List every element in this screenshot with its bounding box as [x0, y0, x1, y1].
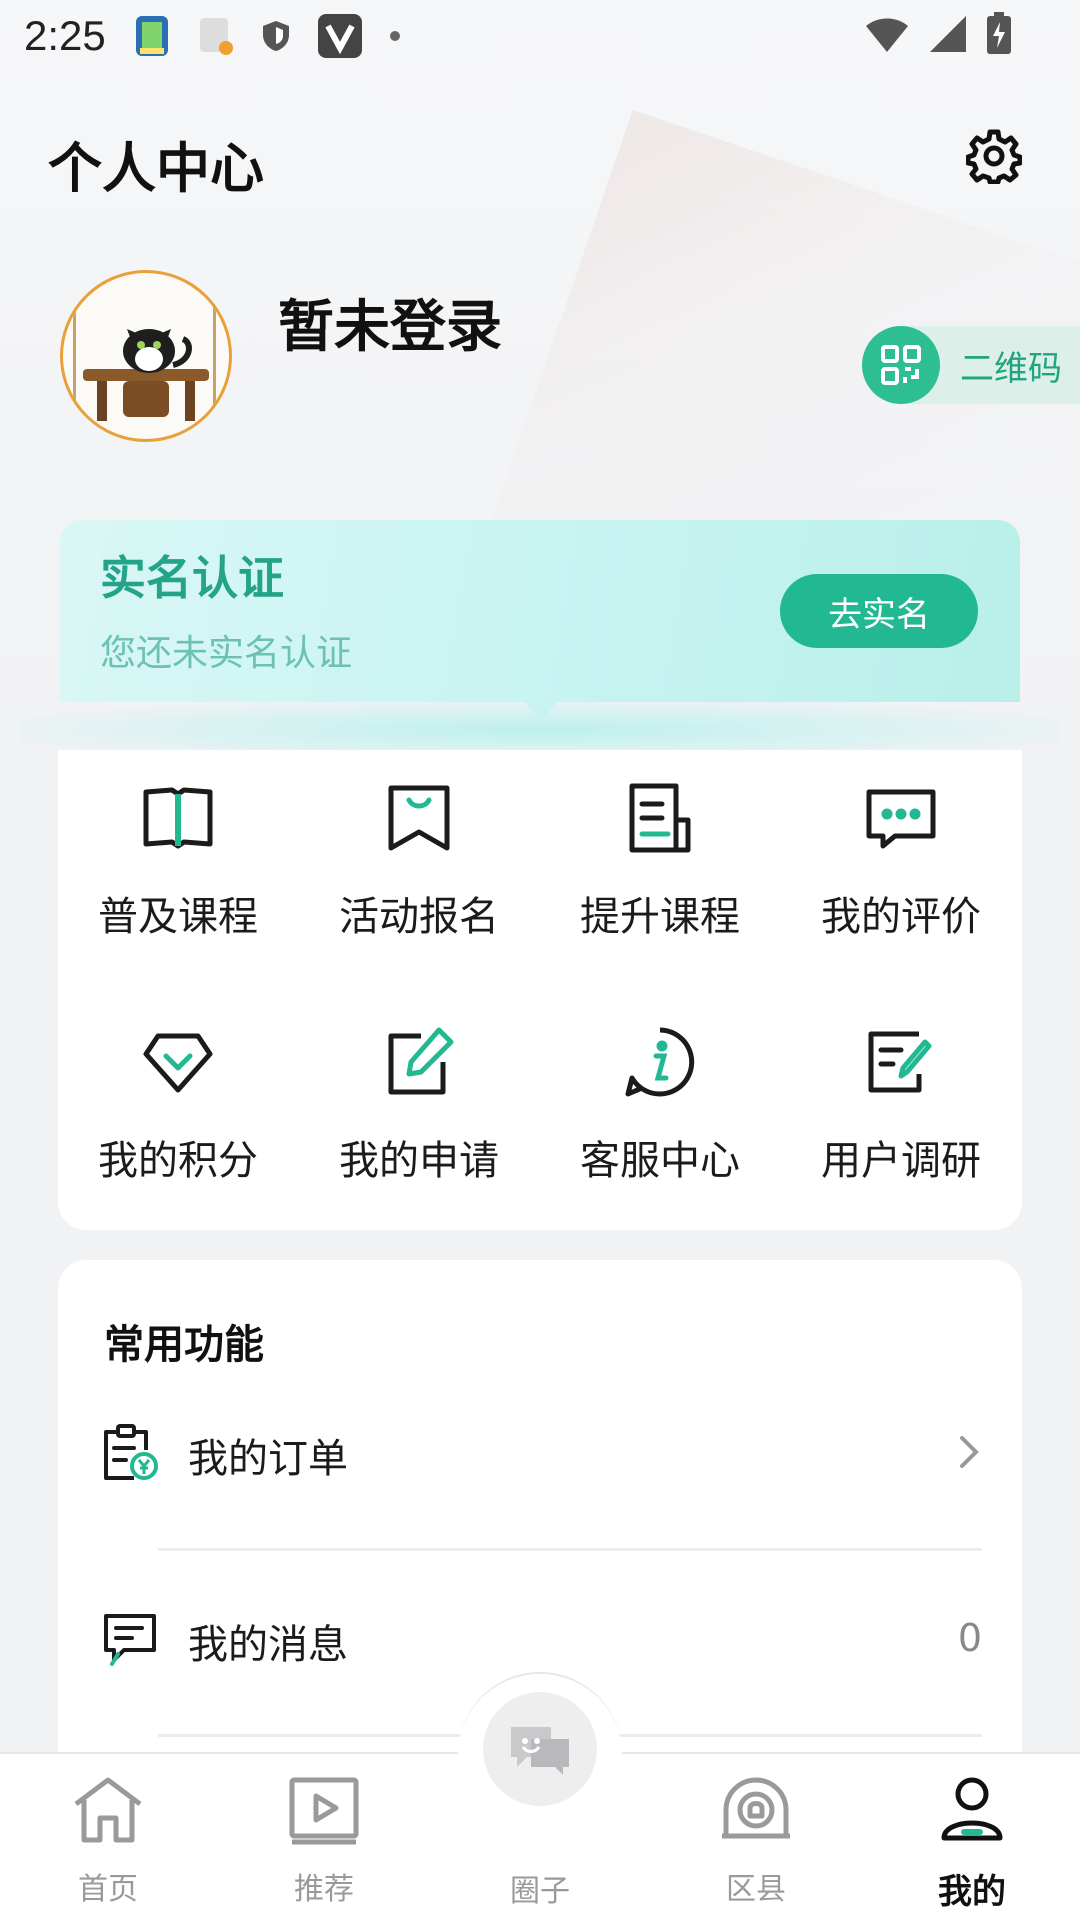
tab-recommend[interactable]: 推荐	[234, 1772, 414, 1908]
grid-item-my-reviews[interactable]: 我的评价	[781, 750, 1021, 950]
circle-chat-icon	[511, 1727, 569, 1775]
edit-icon	[388, 1027, 454, 1095]
profile-icon	[941, 1777, 1003, 1841]
grid-label: 我的评价	[821, 894, 981, 940]
grid-label: 提升课程	[580, 894, 740, 940]
tab-label: 推荐	[294, 1872, 354, 1907]
row-label: 我的订单	[188, 1436, 348, 1482]
sim-warning-icon	[198, 16, 234, 56]
page-title: 个人中心	[48, 136, 264, 200]
tab-label: 区县	[726, 1872, 786, 1907]
grid-item-advanced-courses[interactable]: 提升课程	[540, 750, 780, 950]
status-time: 2:25	[24, 12, 106, 59]
message-count: 0	[957, 1616, 982, 1660]
tab-district[interactable]: 区县	[666, 1772, 846, 1908]
settings-button[interactable]	[965, 128, 1023, 185]
v-app-icon	[317, 14, 362, 58]
grid-item-popular-courses[interactable]: 普及课程	[58, 750, 298, 950]
message-icon	[104, 1614, 156, 1666]
chevron-right-icon	[960, 1436, 979, 1468]
battery-charging-icon	[986, 12, 1012, 60]
survey-icon	[868, 1031, 932, 1093]
grid-item-customer-service[interactable]: 客服中心	[540, 994, 780, 1194]
qr-code-icon	[862, 326, 940, 404]
grid-item-my-points[interactable]: 我的积分	[58, 994, 298, 1194]
order-receipt-icon	[104, 1424, 158, 1480]
battery-app-icon	[132, 14, 172, 58]
tab-circle-label[interactable]: 圈子	[440, 1866, 640, 1910]
divider	[158, 1548, 982, 1551]
status-bar: 2:25	[0, 0, 1080, 72]
qr-code-button[interactable]: 二维码	[862, 326, 1080, 404]
dot-icon	[388, 29, 402, 43]
login-status[interactable]: 暂未登录	[278, 282, 502, 363]
grid-label: 普及课程	[98, 894, 258, 940]
avatar[interactable]	[60, 270, 232, 442]
grid-item-my-applications[interactable]: 我的申请	[299, 994, 539, 1194]
real-name-verification-card: 实名认证 您还未实名认证 去实名	[60, 520, 1020, 702]
section-title: 常用功能	[104, 1322, 264, 1368]
tab-circle-button[interactable]	[483, 1692, 597, 1806]
grid-label: 我的积分	[98, 1138, 258, 1184]
document-icon	[629, 783, 691, 853]
book-icon	[143, 787, 213, 849]
verify-title: 实名认证	[100, 551, 284, 605]
feature-grid: 普及课程 活动报名 提升课程 我的评价 我的积分 我的申请 客服中心 用户调研	[58, 750, 1022, 1230]
chat-icon	[866, 789, 936, 849]
grid-label: 我的申请	[339, 1138, 499, 1184]
tab-label: 我的	[938, 1872, 1006, 1912]
cat-guqin-avatar-image	[73, 293, 216, 433]
grid-item-user-survey[interactable]: 用户调研	[781, 994, 1021, 1194]
grid-label: 活动报名	[339, 894, 499, 940]
go-verify-button[interactable]: 去实名	[780, 574, 978, 648]
grid-item-activity-signup[interactable]: 活动报名	[299, 750, 539, 950]
grid-label: 客服中心	[580, 1138, 740, 1184]
qr-code-label: 二维码	[960, 348, 1062, 389]
play-icon	[289, 1777, 359, 1845]
tab-mine[interactable]: 我的	[882, 1772, 1062, 1913]
grid-label: 用户调研	[821, 1138, 981, 1184]
gear-icon	[965, 129, 1023, 185]
district-icon	[722, 1777, 790, 1839]
home-icon	[74, 1777, 142, 1843]
signal-icon	[928, 14, 968, 58]
info-icon	[625, 1027, 695, 1097]
shield-icon	[260, 19, 292, 53]
bookmark-icon	[388, 785, 450, 851]
my-orders-row[interactable]: 我的订单	[58, 1400, 1022, 1510]
tab-label: 首页	[78, 1872, 138, 1907]
row-label: 我的消息	[188, 1622, 348, 1668]
wifi-icon	[864, 14, 910, 58]
diamond-icon	[143, 1033, 213, 1093]
tab-home[interactable]: 首页	[18, 1772, 198, 1908]
verify-subtitle: 您还未实名认证	[100, 633, 353, 674]
